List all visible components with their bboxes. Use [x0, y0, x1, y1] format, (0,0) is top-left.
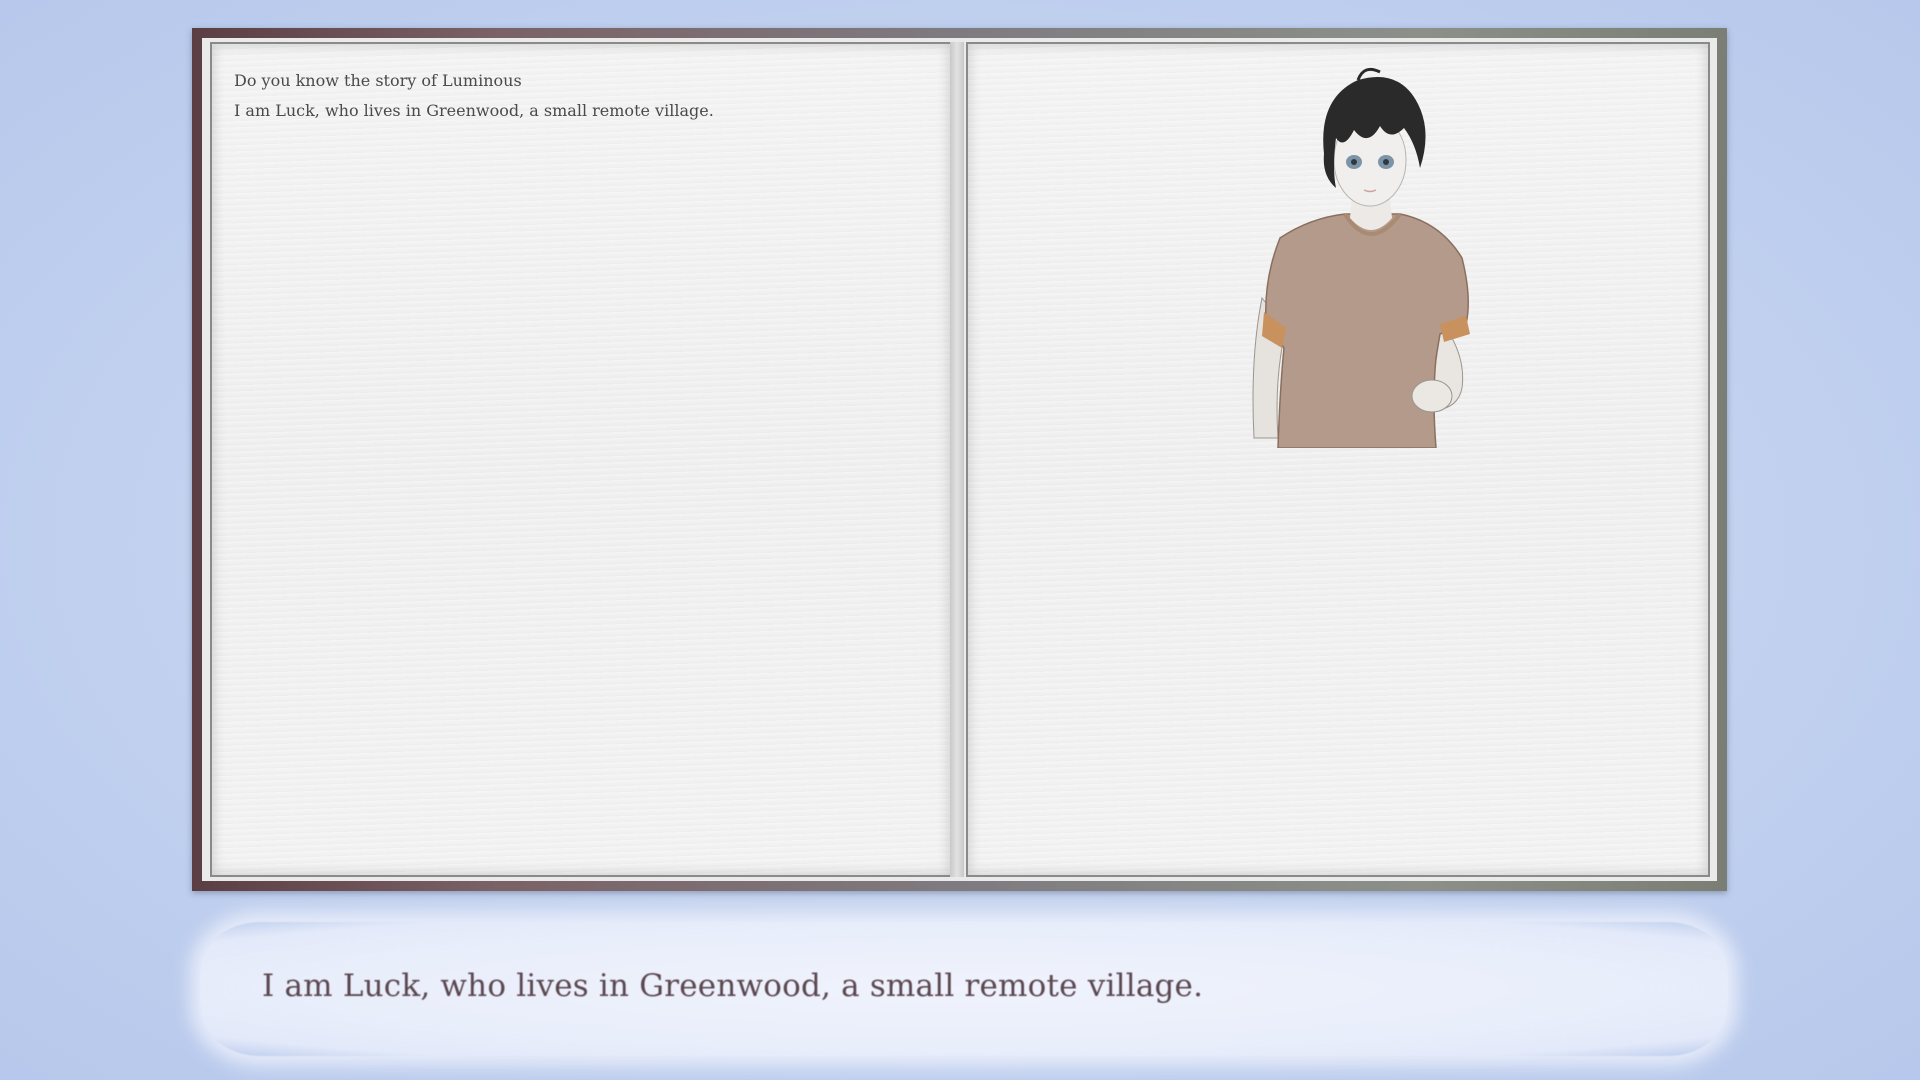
character-portrait	[1252, 67, 1470, 448]
book-inner: Do you know the story of Luminous I am L…	[202, 38, 1717, 881]
story-line: Do you know the story of Luminous	[234, 71, 522, 90]
storybook: Do you know the story of Luminous I am L…	[192, 28, 1727, 891]
dialog-text: I am Luck, who lives in Greenwood, a sma…	[262, 968, 1204, 1004]
dialog-box[interactable]: I am Luck, who lives in Greenwood, a sma…	[200, 922, 1728, 1056]
right-page	[966, 42, 1710, 877]
story-log: Do you know the story of Luminous I am L…	[234, 66, 714, 126]
left-page: Do you know the story of Luminous I am L…	[210, 42, 952, 877]
story-line: I am Luck, who lives in Greenwood, a sma…	[234, 101, 714, 120]
book-spine	[950, 42, 964, 877]
